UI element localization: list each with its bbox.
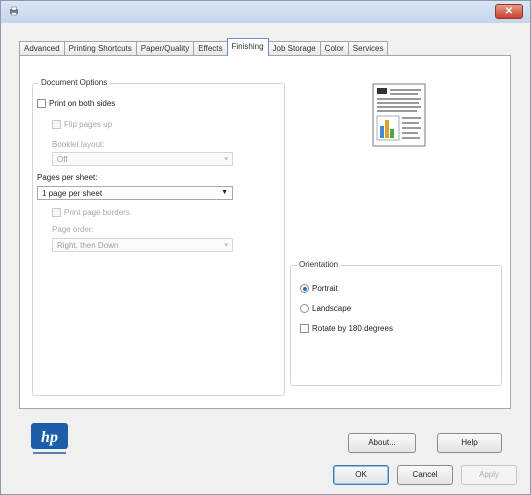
tab-paper-quality[interactable]: Paper/Quality	[135, 41, 195, 56]
portrait-label: Portrait	[312, 284, 338, 293]
print-page-borders-checkbox	[52, 208, 61, 217]
tab-advanced[interactable]: Advanced	[19, 41, 65, 56]
cancel-button[interactable]: Cancel	[397, 465, 453, 485]
chevron-down-icon: ▾	[224, 156, 228, 163]
pages-per-sheet-select[interactable]: 1 page per sheet ▼	[37, 186, 233, 200]
printer-icon	[10, 6, 18, 16]
chevron-down-icon: ▼	[221, 189, 228, 196]
chevron-down-icon: ▾	[224, 242, 228, 249]
document-options-legend: Document Options	[39, 78, 110, 87]
apply-button: Apply	[461, 465, 517, 485]
pages-per-sheet-label: Pages per sheet:	[37, 173, 98, 182]
rotate-180-label: Rotate by 180 degrees	[312, 324, 393, 333]
flip-pages-up-label: Flip pages up	[64, 120, 113, 129]
tab-finishing[interactable]: Finishing	[226, 38, 269, 56]
portrait-radio[interactable]	[300, 284, 309, 293]
page-order-label: Page order:	[52, 225, 94, 234]
booklet-layout-label: Booklet layout:	[52, 140, 105, 149]
finishing-panel: Document Options Print on both sides Fli…	[19, 55, 511, 409]
pages-per-sheet-value: 1 page per sheet	[42, 189, 103, 198]
orientation-legend: Orientation	[297, 260, 341, 269]
rotate-180-checkbox[interactable]	[300, 324, 309, 333]
landscape-label: Landscape	[312, 304, 352, 313]
flip-pages-up-checkbox	[52, 120, 61, 129]
landscape-radio[interactable]	[300, 304, 309, 313]
booklet-layout-value: Off	[57, 155, 68, 164]
printer-properties-window: ✕ Advanced Printing Shortcuts Paper/Qual…	[0, 0, 531, 495]
booklet-layout-select: Off ▾	[52, 152, 233, 166]
ok-button[interactable]: OK	[333, 465, 389, 485]
print-both-sides-checkbox[interactable]	[37, 99, 46, 108]
about-button[interactable]: About...	[348, 433, 416, 453]
help-button[interactable]: Help	[437, 433, 502, 453]
print-both-sides-label: Print on both sides	[49, 99, 116, 108]
tab-printing-shortcuts[interactable]: Printing Shortcuts	[63, 41, 137, 56]
tab-effects[interactable]: Effects	[193, 41, 228, 56]
tab-job-storage[interactable]: Job Storage	[267, 41, 321, 56]
document-preview-icon	[372, 83, 426, 147]
tab-services[interactable]: Services	[347, 41, 389, 56]
svg-text:hp: hp	[41, 429, 58, 446]
print-page-borders-label: Print page borders	[64, 208, 130, 217]
tab-color[interactable]: Color	[319, 41, 349, 56]
page-order-value: Right, then Down	[57, 241, 119, 250]
title-bar: ✕	[1, 1, 530, 23]
tab-strip: Advanced Printing Shortcuts Paper/Qualit…	[19, 38, 389, 56]
page-order-select: Right, then Down ▾	[52, 238, 233, 252]
close-button[interactable]: ✕	[495, 4, 523, 19]
hp-logo-icon: hp	[31, 423, 68, 454]
